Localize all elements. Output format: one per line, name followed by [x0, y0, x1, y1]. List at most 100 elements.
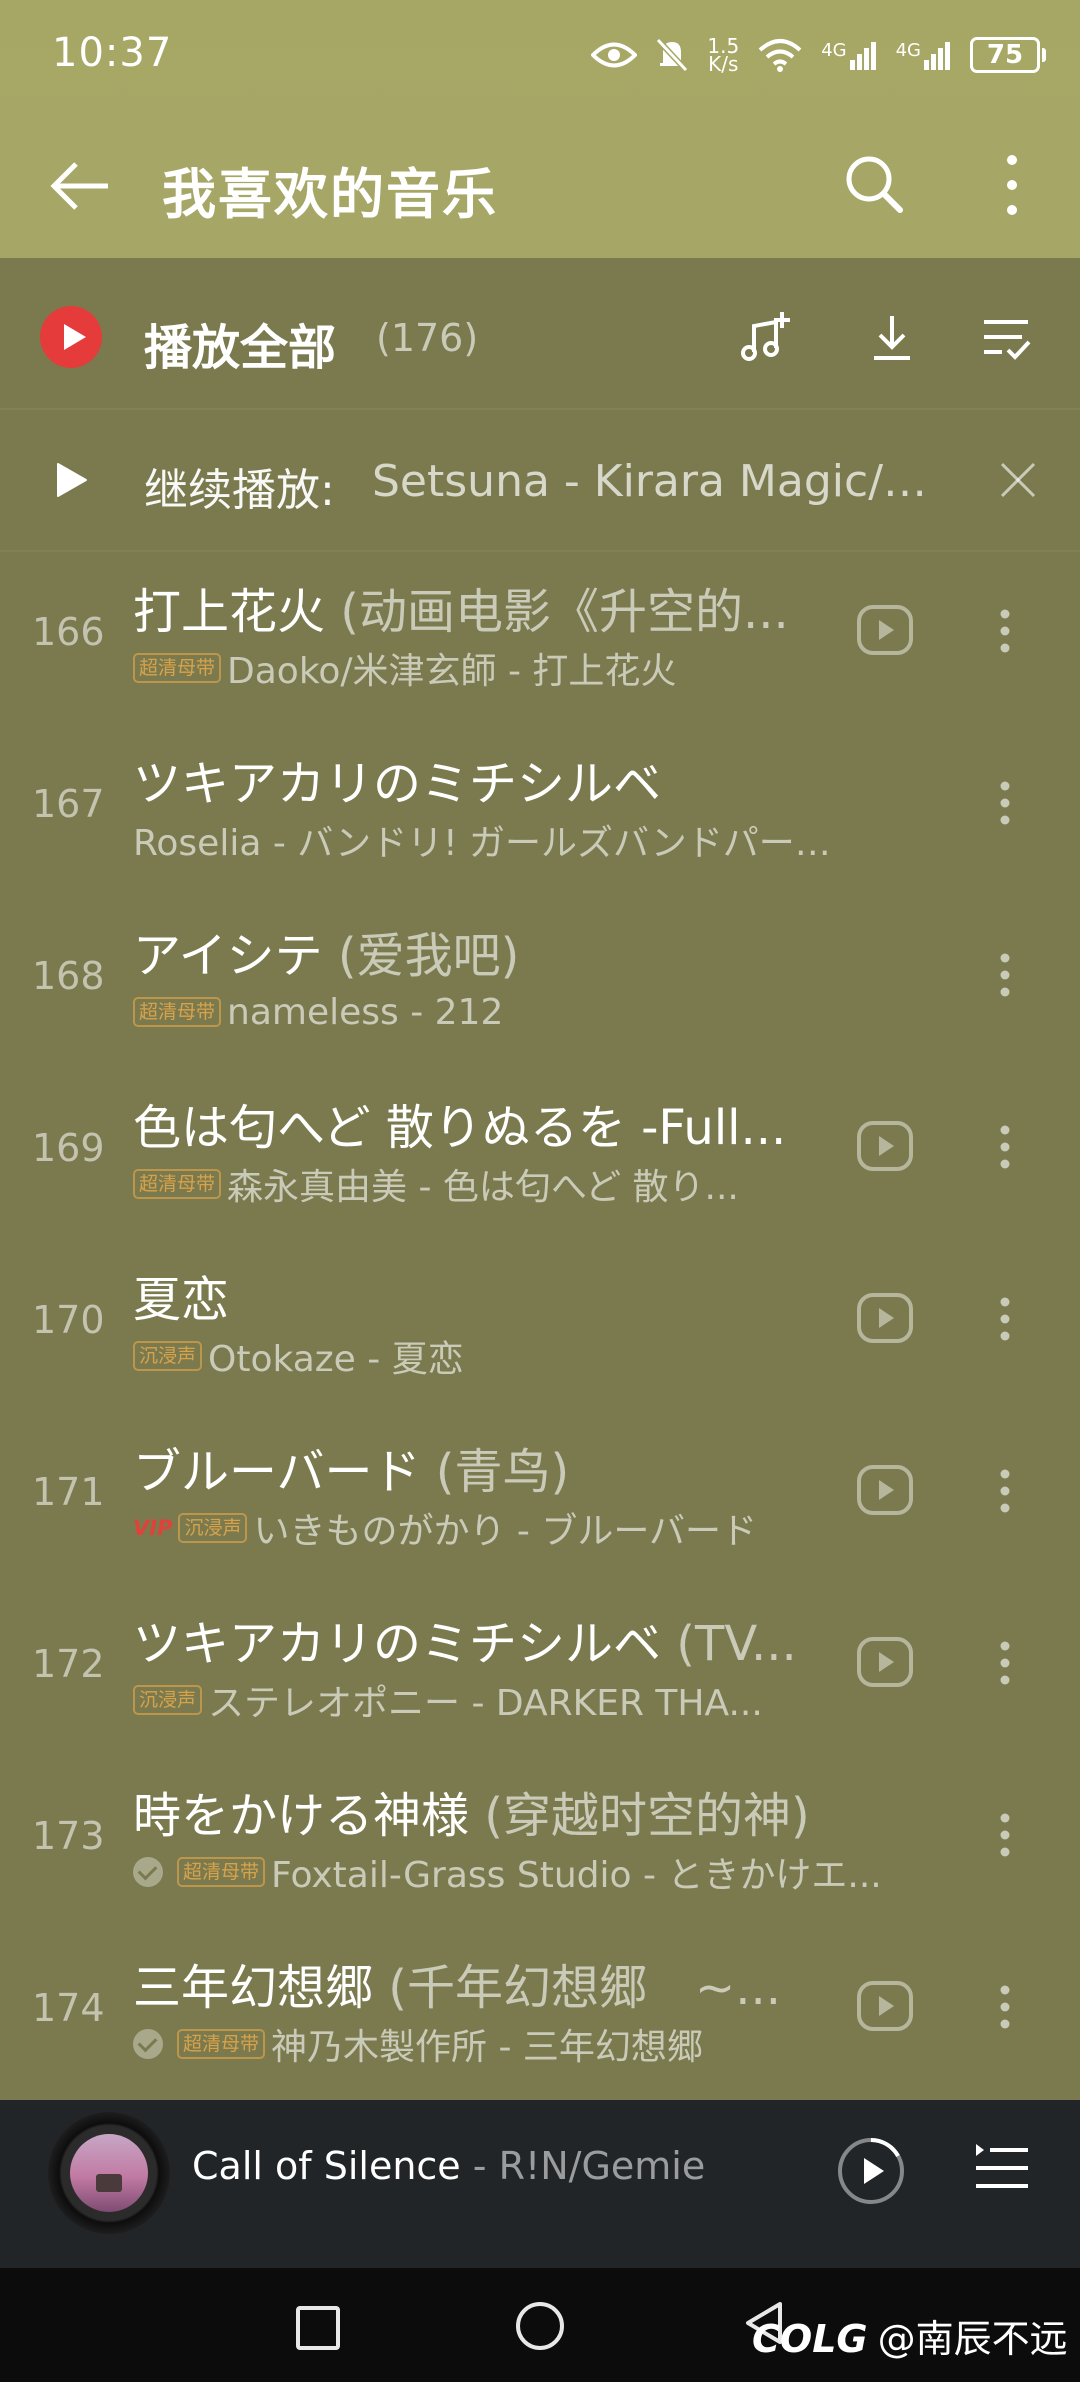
song-number: 168	[32, 954, 105, 998]
song-alias: (青鸟)	[420, 1444, 570, 1500]
song-artist-album: Otokaze - 夏恋	[208, 1339, 464, 1380]
song-count: (176)	[376, 316, 479, 360]
song-number: 170	[32, 1298, 105, 1342]
song-title-text: ツキアカリのミチシルベ	[133, 756, 662, 812]
download-icon[interactable]	[862, 308, 922, 368]
more-options-icon[interactable]	[994, 1284, 1016, 1354]
song-subtitle: 超清母带 nameless - 212	[133, 988, 943, 1036]
more-options-icon[interactable]	[994, 1800, 1016, 1870]
close-icon[interactable]	[1000, 462, 1036, 498]
playlist-icon[interactable]	[970, 2138, 1032, 2200]
more-options-icon[interactable]	[994, 1112, 1016, 1182]
recents-button[interactable]	[296, 2306, 340, 2350]
mv-play-icon[interactable]	[856, 1980, 914, 2032]
song-row[interactable]: 173 時をかける神様 (穿越时空的神) 超清母带 Foxtail-Grass Stu…	[0, 1756, 1080, 1928]
song-artist-album: ステレオポニー - DARKER THA...	[208, 1683, 763, 1724]
more-options-icon[interactable]	[994, 1628, 1016, 1698]
song-number: 172	[32, 1642, 105, 1686]
downloaded-check-icon	[133, 2029, 163, 2059]
song-title: ツキアカリのミチシルベ	[133, 744, 823, 814]
home-button[interactable]	[516, 2302, 564, 2350]
now-playing[interactable]: Call of Silence - R!N/Gemie	[192, 2144, 705, 2188]
mv-play-icon[interactable]	[856, 604, 914, 656]
song-title: ツキアカリのミチシルベ (TV...	[133, 1604, 823, 1674]
signal-bars-icon	[924, 42, 950, 70]
more-vertical-icon[interactable]	[1000, 150, 1024, 220]
quality-badge: 沉浸声	[133, 1341, 203, 1371]
mv-play-icon[interactable]	[856, 1120, 914, 1172]
more-options-icon[interactable]	[994, 940, 1016, 1010]
now-playing-artist: - R!N/Gemie	[460, 2144, 706, 2188]
song-row[interactable]: 174 三年幻想郷 (千年幻想郷 ~... 超清母带 神乃木製作所 - 三年幻想郷	[0, 1928, 1080, 2100]
song-artist-album: いきものがかり - ブルーバード	[253, 1511, 758, 1552]
more-options-icon[interactable]	[994, 596, 1016, 666]
mute-bell-icon	[656, 37, 689, 73]
song-title-text: 打上花火	[133, 584, 326, 640]
status-bar: 10:37 1.5 K/s 4G 4G 75	[0, 0, 1080, 115]
system-nav-bar: COLG @南辰不远	[0, 2268, 1080, 2382]
song-row[interactable]: 171 ブルーバード (青鸟) VIP 沉浸声 いきものがかり - ブルーバード	[0, 1412, 1080, 1584]
continue-play-bar[interactable]: 继续播放: Setsuna - Kirara Magic/X...	[0, 410, 1080, 552]
mv-play-icon[interactable]	[856, 1636, 914, 1688]
continue-song[interactable]: Setsuna - Kirara Magic/X...	[372, 456, 942, 507]
song-alias: (动画电影《升空的...	[325, 584, 789, 640]
song-alias: (TV...	[661, 1616, 797, 1672]
song-subtitle: 超清母带 神乃木製作所 - 三年幻想郷	[133, 2020, 943, 2068]
song-subtitle: 超清母带 Foxtail-Grass Studio - ときかけエ...	[133, 1848, 943, 1896]
mv-play-icon[interactable]	[856, 1464, 914, 1516]
signal-bars-icon	[849, 42, 876, 70]
song-artist-album: 神乃木製作所 - 三年幻想郷	[271, 2027, 703, 2068]
mv-play-icon[interactable]	[856, 1292, 914, 1344]
song-title: 三年幻想郷 (千年幻想郷 ~...	[133, 1948, 823, 2018]
song-row[interactable]: 170 夏恋 沉浸声 Otokaze - 夏恋	[0, 1240, 1080, 1412]
album-disc[interactable]	[48, 2112, 170, 2234]
signal-2: 4G	[896, 40, 952, 70]
add-music-icon[interactable]	[736, 308, 796, 368]
album-art	[70, 2134, 148, 2212]
watermark-logo: COLG	[752, 2317, 868, 2361]
play-all-bar: 播放全部 (176)	[0, 258, 1080, 410]
song-row[interactable]: 168 アイシテ (爱我吧) 超清母带 nameless - 212	[0, 896, 1080, 1068]
signal-1: 4G	[821, 40, 877, 70]
mini-player[interactable]: Call of Silence - R!N/Gemie	[0, 2100, 1080, 2268]
more-options-icon[interactable]	[994, 768, 1016, 838]
song-artist-album: 森永真由美 - 色は匂へど 散り...	[227, 1167, 739, 1208]
song-subtitle: 沉浸声 ステレオポニー - DARKER THA...	[133, 1676, 943, 1724]
song-title: 夏恋	[133, 1260, 823, 1330]
song-title-text: ブルーバード	[133, 1444, 421, 1500]
song-alias: (穿越时空的神)	[469, 1788, 810, 1844]
more-options-icon[interactable]	[994, 1456, 1016, 1526]
song-alias: (爱我吧)	[322, 928, 520, 984]
song-row[interactable]: 166 打上花火 (动画电影《升空的... 超清母带 Daoko/米津玄師 - 打上花…	[0, 552, 1080, 724]
song-subtitle: 超清母带 森永真由美 - 色は匂へど 散り...	[133, 1160, 943, 1208]
play-pause-icon[interactable]	[836, 2136, 906, 2206]
net-speed-unit: K/s	[708, 52, 739, 76]
song-row[interactable]: 169 色は匂へど 散りぬるを -Full... 超清母带 森永真由美 - 色は匂へど…	[0, 1068, 1080, 1240]
more-options-icon[interactable]	[994, 1972, 1016, 2042]
watermark: COLG @南辰不远	[752, 2308, 1068, 2363]
eye-icon	[591, 42, 638, 68]
play-all-button[interactable]	[40, 306, 102, 368]
quality-badge: 超清母带	[133, 1169, 222, 1199]
song-subtitle: 沉浸声 Otokaze - 夏恋	[133, 1332, 943, 1380]
page-title: 我喜欢的音乐	[162, 163, 498, 226]
play-icon[interactable]	[52, 462, 88, 498]
quality-badge: 超清母带	[133, 997, 222, 1027]
search-icon[interactable]	[842, 152, 906, 216]
song-number: 171	[32, 1470, 105, 1514]
song-title-text: 夏恋	[133, 1272, 230, 1328]
app-header: 我喜欢的音乐	[0, 130, 1080, 240]
net-speed: 1.5 K/s	[707, 36, 739, 76]
song-subtitle: Roselia - バンドリ! ガールズバンドパーテ...	[133, 816, 943, 864]
song-artist-album: nameless - 212	[227, 991, 504, 1033]
play-all-label[interactable]: 播放全部	[144, 308, 336, 378]
song-row[interactable]: 167 ツキアカリのミチシルベ Roselia - バンドリ! ガールズバンドパーテ…	[0, 724, 1080, 896]
quality-badge: 沉浸声	[133, 1685, 203, 1715]
song-subtitle: VIP 沉浸声 いきものがかり - ブルーバード	[133, 1504, 943, 1552]
multi-select-icon[interactable]	[976, 308, 1036, 368]
song-title: ブルーバード (青鸟)	[133, 1432, 823, 1502]
back-arrow-icon[interactable]	[48, 154, 112, 218]
song-number: 166	[32, 610, 105, 654]
song-row[interactable]: 172 ツキアカリのミチシルベ (TV... 沉浸声 ステレオポニー - DARKER…	[0, 1584, 1080, 1756]
now-playing-title: Call of Silence	[192, 2144, 461, 2188]
